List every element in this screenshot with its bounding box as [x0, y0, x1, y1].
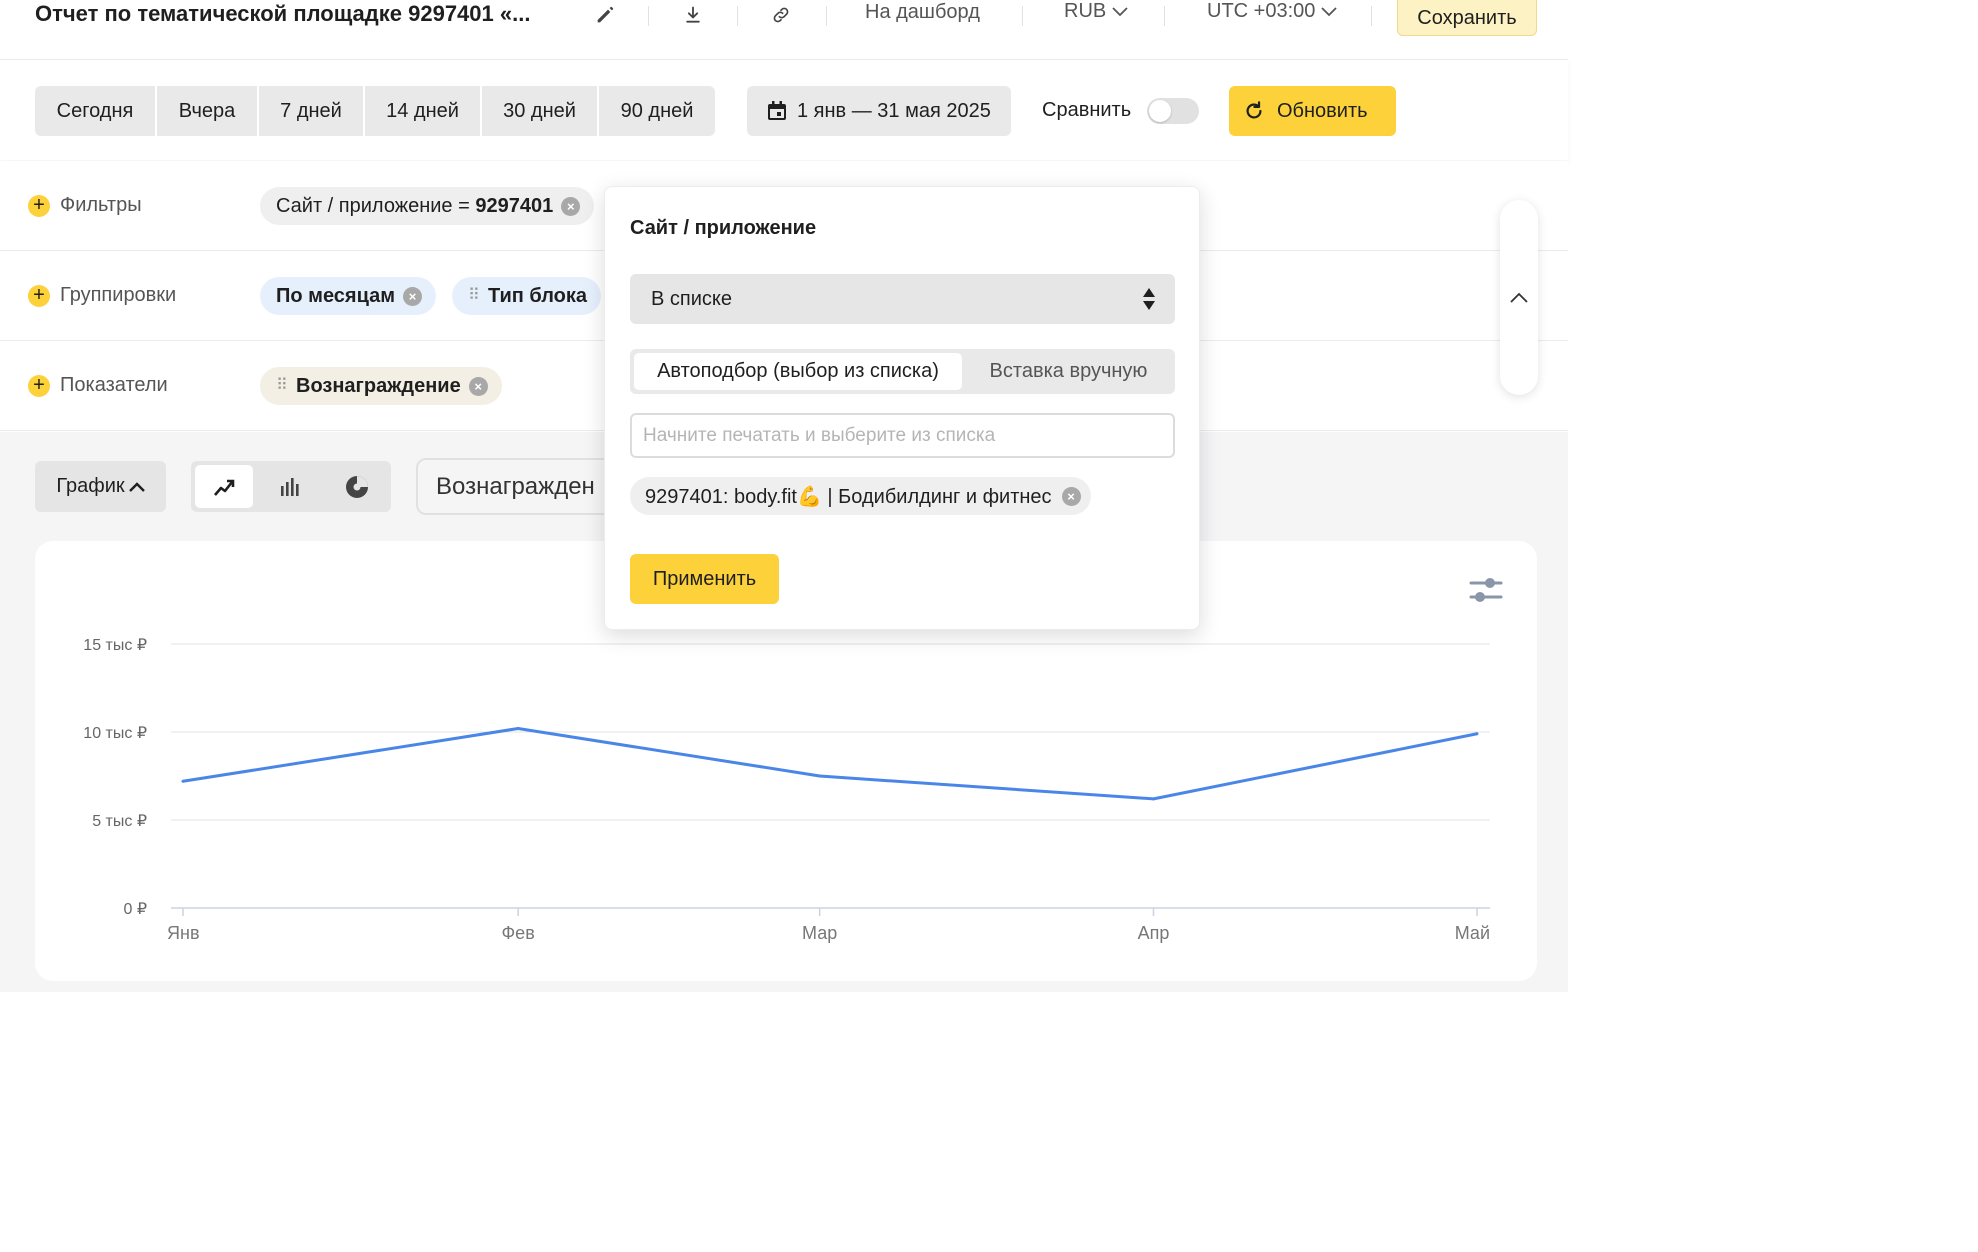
remove-metric-icon[interactable]: ×	[468, 376, 488, 396]
chevron-up-icon	[1510, 292, 1528, 303]
add-grouping-button[interactable]: + Группировки	[28, 284, 176, 307]
filter-popup: Сайт / приложение В списке Автоподбор (в…	[604, 186, 1200, 630]
compare-label: Сравнить	[1042, 99, 1132, 121]
period-today-button[interactable]: Сегодня	[35, 86, 155, 136]
plus-icon: +	[28, 284, 50, 307]
divider	[1164, 6, 1165, 26]
chevron-up-icon	[128, 481, 145, 492]
period-presets: Сегодня Вчера 7 дней 14 дней 30 дней 90 …	[35, 86, 715, 136]
metrics-label: Показатели	[60, 374, 168, 396]
timezone-select[interactable]: UTC +03:00	[1207, 0, 1338, 23]
pie-chart-icon	[346, 475, 368, 498]
add-filter-button[interactable]: + Фильтры	[28, 194, 142, 217]
compare-toggle[interactable]	[1147, 98, 1199, 124]
remove-selected-icon[interactable]: ×	[1061, 486, 1081, 506]
selected-site-chip[interactable]: 9297401: body.fit💪 | Бодибилдинг и фитне…	[630, 477, 1091, 515]
drag-handle-icon[interactable]: ⠿	[276, 377, 288, 395]
filters-label: Фильтры	[60, 194, 142, 216]
divider	[737, 6, 738, 26]
popup-title: Сайт / приложение	[630, 217, 817, 239]
currency-value: RUB	[1064, 0, 1107, 22]
date-range-button[interactable]: 1 янв — 31 мая 2025	[747, 86, 1011, 136]
toggle-knob	[1149, 100, 1171, 122]
x-tick-label: Мар	[802, 923, 837, 943]
report-title: Отчет по тематической площадке 9297401 «…	[35, 1, 531, 26]
period-yesterday-button[interactable]: Вчера	[157, 86, 257, 136]
download-icon[interactable]	[681, 3, 705, 27]
refresh-icon	[1246, 101, 1262, 119]
apply-button[interactable]: Применить	[630, 554, 779, 604]
x-tick-label: Апр	[1138, 923, 1170, 943]
period-30-days-button[interactable]: 30 дней	[482, 86, 597, 136]
bar-chart-icon	[281, 477, 299, 496]
period-7-days-button[interactable]: 7 дней	[259, 86, 363, 136]
divider	[648, 6, 649, 26]
period-bar: Сегодня Вчера 7 дней 14 дней 30 дней 90 …	[0, 60, 1568, 160]
bar-chart-button[interactable]	[261, 465, 319, 508]
period-90-days-button[interactable]: 90 дней	[599, 86, 715, 136]
divider	[826, 6, 827, 26]
y-tick-label: 5 тыс ₽	[92, 813, 147, 830]
operator-select[interactable]: В списке	[630, 274, 1175, 324]
grouping-chip-months[interactable]: По месяцам ×	[260, 277, 437, 315]
data-point	[1152, 797, 1155, 801]
x-tick-label: Янв	[167, 923, 200, 943]
date-range-value: 1 янв — 31 мая 2025	[797, 99, 991, 122]
plus-icon: +	[28, 374, 50, 397]
y-tick-label: 15 тыс ₽	[83, 637, 147, 654]
graph-label: График	[56, 475, 125, 497]
filter-chip-label: Сайт / приложение = 9297401	[276, 194, 554, 217]
selected-site-label: 9297401: body.fit💪 | Бодибилдинг и фитне…	[645, 485, 1052, 508]
timezone-value: UTC +03:00	[1207, 0, 1316, 22]
grouping-chip-label: Тип блока	[488, 284, 588, 307]
remove-filter-icon[interactable]: ×	[561, 196, 581, 216]
pie-chart-button[interactable]	[328, 465, 386, 508]
filter-chip[interactable]: Сайт / приложение = 9297401 ×	[260, 187, 595, 225]
currency-select[interactable]: RUB	[1064, 0, 1128, 23]
refresh-button[interactable]: Обновить	[1229, 86, 1396, 136]
series-line	[182, 726, 1478, 801]
remove-grouping-icon[interactable]: ×	[403, 286, 423, 306]
graph-toggle-button[interactable]: График	[35, 461, 166, 512]
data-point	[1475, 732, 1479, 736]
line-chart-icon	[214, 479, 235, 496]
x-tick-label: Май	[1455, 923, 1490, 943]
y-tick-label: 0 ₽	[123, 901, 147, 918]
sort-arrows-icon	[1143, 288, 1155, 310]
y-tick-label: 10 тыс ₽	[83, 725, 147, 742]
period-14-days-button[interactable]: 14 дней	[365, 86, 480, 136]
metric-chip-reward[interactable]: ⠿ Вознаграждение ×	[260, 367, 502, 405]
operator-value: В списке	[651, 287, 732, 310]
drag-handle-icon[interactable]: ⠿	[468, 287, 480, 305]
input-mode-switch: Автоподбор (выбор из списка) Вставка вру…	[630, 349, 1175, 394]
grouping-chip-label: По месяцам	[276, 284, 396, 307]
refresh-label: Обновить	[1277, 99, 1368, 122]
mode-manual-tab[interactable]: Вставка вручную	[966, 353, 1171, 390]
calendar-icon	[768, 101, 786, 120]
chevron-down-icon	[1321, 6, 1338, 16]
chart-type-switch	[191, 461, 391, 512]
add-metric-button[interactable]: + Показатели	[28, 374, 168, 397]
mode-autoselect-tab[interactable]: Автоподбор (выбор из списка)	[634, 353, 962, 390]
pencil-icon[interactable]	[593, 3, 617, 27]
divider	[1022, 6, 1023, 26]
divider	[1371, 6, 1372, 26]
metric-chip-label: Вознаграждение	[296, 374, 461, 397]
link-icon[interactable]	[769, 3, 793, 27]
x-tick-label: Фев	[502, 923, 535, 943]
save-button[interactable]: Сохранить	[1397, 0, 1537, 36]
data-point	[818, 774, 822, 778]
data-point	[181, 779, 185, 783]
top-bar: Отчет по тематической площадке 9297401 «…	[0, 0, 1568, 60]
groupings-label: Группировки	[60, 284, 177, 306]
chevron-down-icon	[1112, 6, 1128, 16]
data-point	[516, 726, 520, 730]
line-chart-button[interactable]	[195, 465, 253, 508]
plus-icon: +	[28, 194, 50, 217]
collapse-settings-button[interactable]	[1500, 200, 1538, 395]
grouping-chip-block-type[interactable]: ⠿ Тип блока	[452, 277, 602, 315]
to-dashboard-link[interactable]: На дашборд	[865, 1, 980, 24]
site-search-input[interactable]	[630, 413, 1175, 458]
